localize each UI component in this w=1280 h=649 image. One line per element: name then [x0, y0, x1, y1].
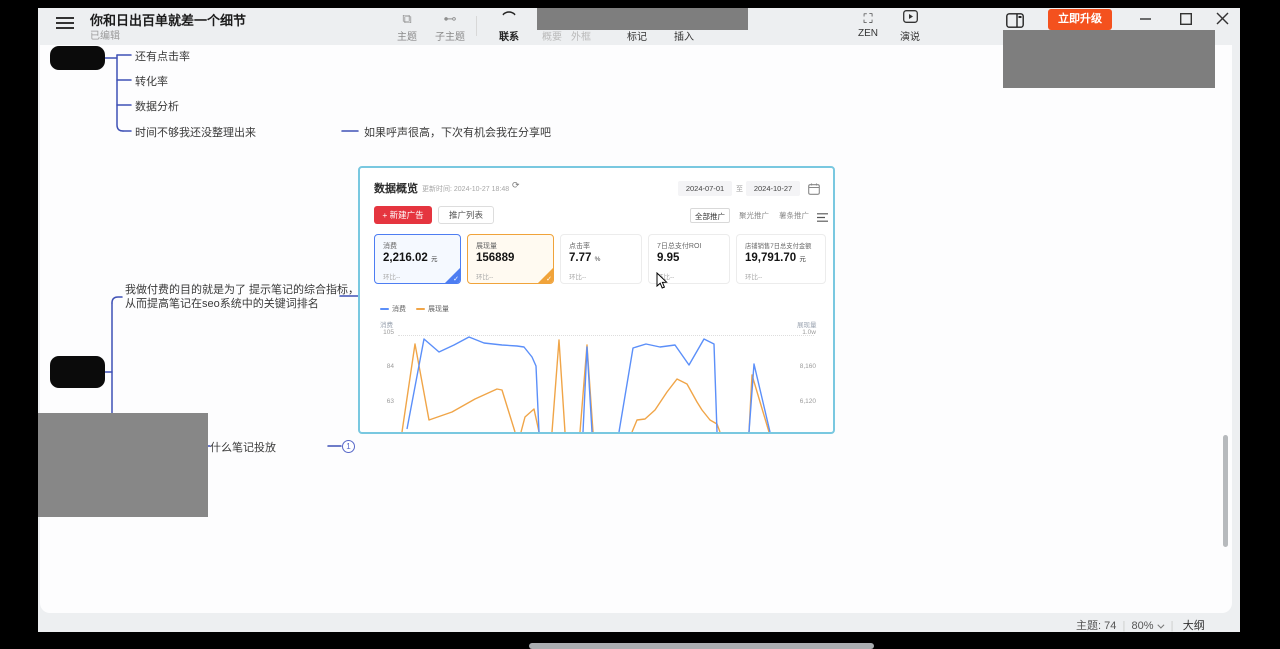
redaction-box-bottomleft	[38, 413, 208, 517]
dashboard-updated-time: 更新时间: 2024-10-27 18:48	[422, 184, 509, 194]
close-button[interactable]	[1215, 11, 1231, 27]
trend-line-chart	[398, 332, 814, 434]
toolbar-relationship[interactable]: ⌒ 联系	[487, 10, 531, 44]
new-ad-button[interactable]: + 新建广告	[374, 206, 432, 224]
mindmap-topic-conversion[interactable]: 转化率	[135, 73, 168, 89]
dashboard-image-node[interactable]: 数据概览 更新时间: 2024-10-27 18:48 ⟳ 2024-07-01…	[358, 166, 835, 434]
subtopic-icon: ⊷	[428, 10, 472, 28]
list-filter-icon[interactable]	[817, 210, 828, 228]
metric-card-impressions[interactable]: 展现量 156889 环比-- ✓	[467, 234, 554, 284]
mindmap-topic-analysis[interactable]: 数据分析	[135, 98, 179, 114]
metric-card-store-sales[interactable]: 店铺销售7日总支付金额 19,791.70 元 环比--	[736, 234, 826, 284]
left-axis-name: 消费	[380, 319, 393, 329]
vertical-scrollbar[interactable]	[1223, 435, 1228, 547]
present-play-icon	[888, 10, 932, 28]
save-status: 已编辑	[90, 27, 120, 42]
zen-icon: ⛶	[846, 10, 890, 28]
hamburger-menu-icon[interactable]	[56, 15, 74, 29]
left-tick: 84	[378, 363, 394, 370]
mindmap-topic-paid-purpose[interactable]: 我做付费的目的就是为了 提示笔记的综合指标， 从而提高笔记在seo系统中的关键词…	[125, 283, 359, 311]
upgrade-button[interactable]: 立即升级	[1048, 9, 1112, 30]
refresh-icon[interactable]: ⟳	[512, 180, 520, 191]
toolbar-present[interactable]: 演说	[888, 10, 932, 44]
statusbar: 主题: 74 | 80% | 大纲	[1076, 617, 1205, 633]
tab-all-promotions[interactable]: 全部推广	[690, 208, 730, 223]
date-start-field[interactable]: 2024-07-01	[678, 181, 732, 196]
legend-consumption[interactable]: 消费	[380, 304, 406, 314]
toolbar-zen-mode[interactable]: ⛶ ZEN	[846, 10, 890, 44]
chevron-down-icon	[1157, 622, 1164, 629]
check-icon: ✓	[453, 275, 459, 283]
maximize-button[interactable]	[1178, 11, 1194, 27]
redaction-box-topright	[1003, 30, 1215, 88]
tab-fries-promotions[interactable]: 薯条推广	[774, 208, 814, 223]
date-separator: 至	[736, 184, 743, 194]
toolbar-divider	[476, 16, 477, 36]
relationship-icon: ⌒	[487, 10, 531, 28]
right-axis-name: 展现量	[797, 319, 817, 329]
topic-node-redacted-middle[interactable]	[50, 356, 105, 388]
mouse-cursor	[656, 272, 669, 295]
dashboard-title: 数据概览	[374, 180, 418, 196]
mindmap-note-share[interactable]: 如果呼声很高，下次有机会我在分享吧	[364, 124, 551, 140]
topic-count: 主题: 74	[1076, 620, 1116, 632]
metric-card-clickrate[interactable]: 点击率 7.77 % 环比--	[560, 234, 642, 284]
topic-icon: ⧉	[385, 10, 429, 28]
calendar-icon[interactable]	[808, 182, 820, 200]
collapsed-children-badge[interactable]: 1	[342, 440, 355, 453]
toolbar-topic[interactable]: ⧉ 主题	[385, 10, 429, 44]
app-window: 你和日出百单就差一个细节 已编辑 ⧉ 主题 ⊷ 子主题 ⌒ 联系 概要 外框 标…	[38, 8, 1240, 632]
minimize-button[interactable]	[1138, 11, 1154, 27]
topic-node-redacted-top[interactable]	[50, 46, 105, 70]
mindmap-topic-which-notes[interactable]: 什么笔记投放	[210, 439, 276, 455]
mindmap-canvas[interactable]: 还有点击率 转化率 数据分析 时间不够我还没整理出来 如果呼声很高，下次有机会我…	[40, 45, 1232, 613]
check-icon: ✓	[546, 275, 552, 283]
zoom-level-control[interactable]: 80%	[1131, 620, 1161, 632]
outline-toggle[interactable]: 大纲	[1183, 620, 1205, 632]
mindmap-topic-clickrate[interactable]: 还有点击率	[135, 48, 190, 64]
promotion-list-button[interactable]: 推广列表	[438, 206, 494, 224]
date-end-field[interactable]: 2024-10-27	[746, 181, 800, 196]
horizontal-scrollbar[interactable]	[529, 643, 874, 649]
legend-impressions[interactable]: 展现量	[416, 304, 449, 314]
left-tick: 63	[378, 398, 394, 405]
redaction-box-topbar	[537, 8, 748, 30]
legend-swatch-blue	[380, 308, 389, 310]
mindmap-topic-no-time[interactable]: 时间不够我还没整理出来	[135, 124, 256, 140]
tab-spotlight-promotions[interactable]: 聚光推广	[734, 208, 774, 223]
legend-swatch-orange	[416, 308, 425, 310]
left-tick: 105	[378, 329, 394, 336]
toolbar-subtopic[interactable]: ⊷ 子主题	[428, 10, 472, 44]
metric-card-consumption[interactable]: 消费 2,216.02 元 环比-- ✓	[374, 234, 461, 284]
